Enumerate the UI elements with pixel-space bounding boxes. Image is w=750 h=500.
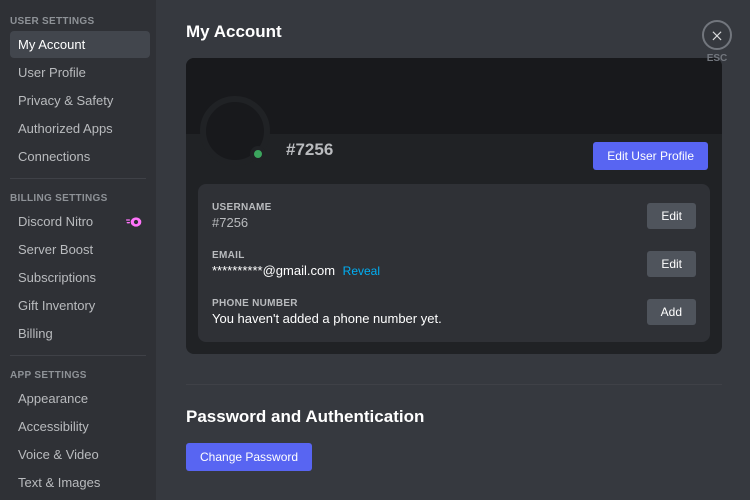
reveal-email-link[interactable]: Reveal [343, 264, 380, 278]
sidebar-item-label: Accessibility [18, 419, 89, 434]
divider [10, 178, 146, 179]
sidebar-item-label: Authorized Apps [18, 121, 113, 136]
divider [10, 355, 146, 356]
sidebar-section-header-app: App Settings [10, 364, 150, 385]
sidebar-item-connections[interactable]: Connections [10, 143, 150, 170]
change-password-button[interactable]: Change Password [186, 443, 312, 471]
sidebar-item-gift-inventory[interactable]: Gift Inventory [10, 292, 150, 319]
close-icon [710, 28, 724, 42]
settings-sidebar: User Settings My Account User Profile Pr… [0, 0, 156, 500]
close-esc-label: ESC [707, 53, 728, 64]
phone-value: You haven't added a phone number yet. [212, 311, 442, 326]
sidebar-item-label: Discord Nitro [18, 214, 93, 229]
edit-user-profile-button[interactable]: Edit User Profile [593, 142, 708, 170]
field-label: Phone Number [212, 298, 442, 309]
page-title: My Account [186, 22, 722, 42]
sidebar-item-label: Text & Images [18, 475, 100, 490]
sidebar-item-label: Server Boost [18, 242, 93, 257]
sidebar-item-billing[interactable]: Billing [10, 320, 150, 347]
sidebar-item-subscriptions[interactable]: Subscriptions [10, 264, 150, 291]
sidebar-item-user-profile[interactable]: User Profile [10, 59, 150, 86]
sidebar-item-label: Privacy & Safety [18, 93, 113, 108]
profile-discriminator: #7256 [286, 140, 333, 159]
sidebar-item-label: Subscriptions [18, 270, 96, 285]
sidebar-item-accessibility[interactable]: Accessibility [10, 413, 150, 440]
sidebar-item-label: Voice & Video [18, 447, 99, 462]
sidebar-item-label: Billing [18, 326, 53, 341]
sidebar-item-discord-nitro[interactable]: Discord Nitro [10, 208, 150, 235]
edit-email-button[interactable]: Edit [647, 251, 696, 277]
sidebar-item-label: Gift Inventory [18, 298, 95, 313]
divider [186, 384, 722, 385]
password-section-title: Password and Authentication [186, 407, 722, 427]
sidebar-item-label: Connections [18, 149, 90, 164]
account-card: #7256 Edit User Profile Username #7256 E… [186, 58, 722, 354]
field-email: Email **********@gmail.com Reveal Edit [212, 246, 696, 294]
field-phone: Phone Number You haven't added a phone n… [212, 294, 696, 328]
status-indicator-online [250, 146, 266, 162]
sidebar-item-privacy-safety[interactable]: Privacy & Safety [10, 87, 150, 114]
sidebar-item-appearance[interactable]: Appearance [10, 385, 150, 412]
field-label: Email [212, 250, 380, 261]
add-phone-button[interactable]: Add [647, 299, 696, 325]
sidebar-item-voice-video[interactable]: Voice & Video [10, 441, 150, 468]
close-button[interactable] [702, 20, 732, 50]
main-content: ESC My Account #7256 Edit User Profile U… [156, 0, 750, 500]
sidebar-section-header-billing: Billing Settings [10, 187, 150, 208]
sidebar-section-header-user: User Settings [10, 10, 150, 31]
avatar[interactable] [200, 96, 270, 166]
sidebar-item-label: My Account [18, 37, 85, 52]
account-fields: Username #7256 Edit Email **********@gma… [198, 184, 710, 342]
username-discriminator: #7256 [212, 215, 248, 230]
sidebar-item-server-boost[interactable]: Server Boost [10, 236, 150, 263]
sidebar-item-authorized-apps[interactable]: Authorized Apps [10, 115, 150, 142]
email-value: **********@gmail.com [212, 263, 335, 278]
sidebar-item-my-account[interactable]: My Account [10, 31, 150, 58]
sidebar-item-label: Appearance [18, 391, 88, 406]
sidebar-item-text-images[interactable]: Text & Images [10, 469, 150, 496]
nitro-icon [126, 216, 142, 228]
close-wrap: ESC [702, 20, 732, 64]
edit-username-button[interactable]: Edit [647, 203, 696, 229]
field-username: Username #7256 Edit [212, 198, 696, 246]
sidebar-item-label: User Profile [18, 65, 86, 80]
field-label: Username [212, 202, 272, 213]
